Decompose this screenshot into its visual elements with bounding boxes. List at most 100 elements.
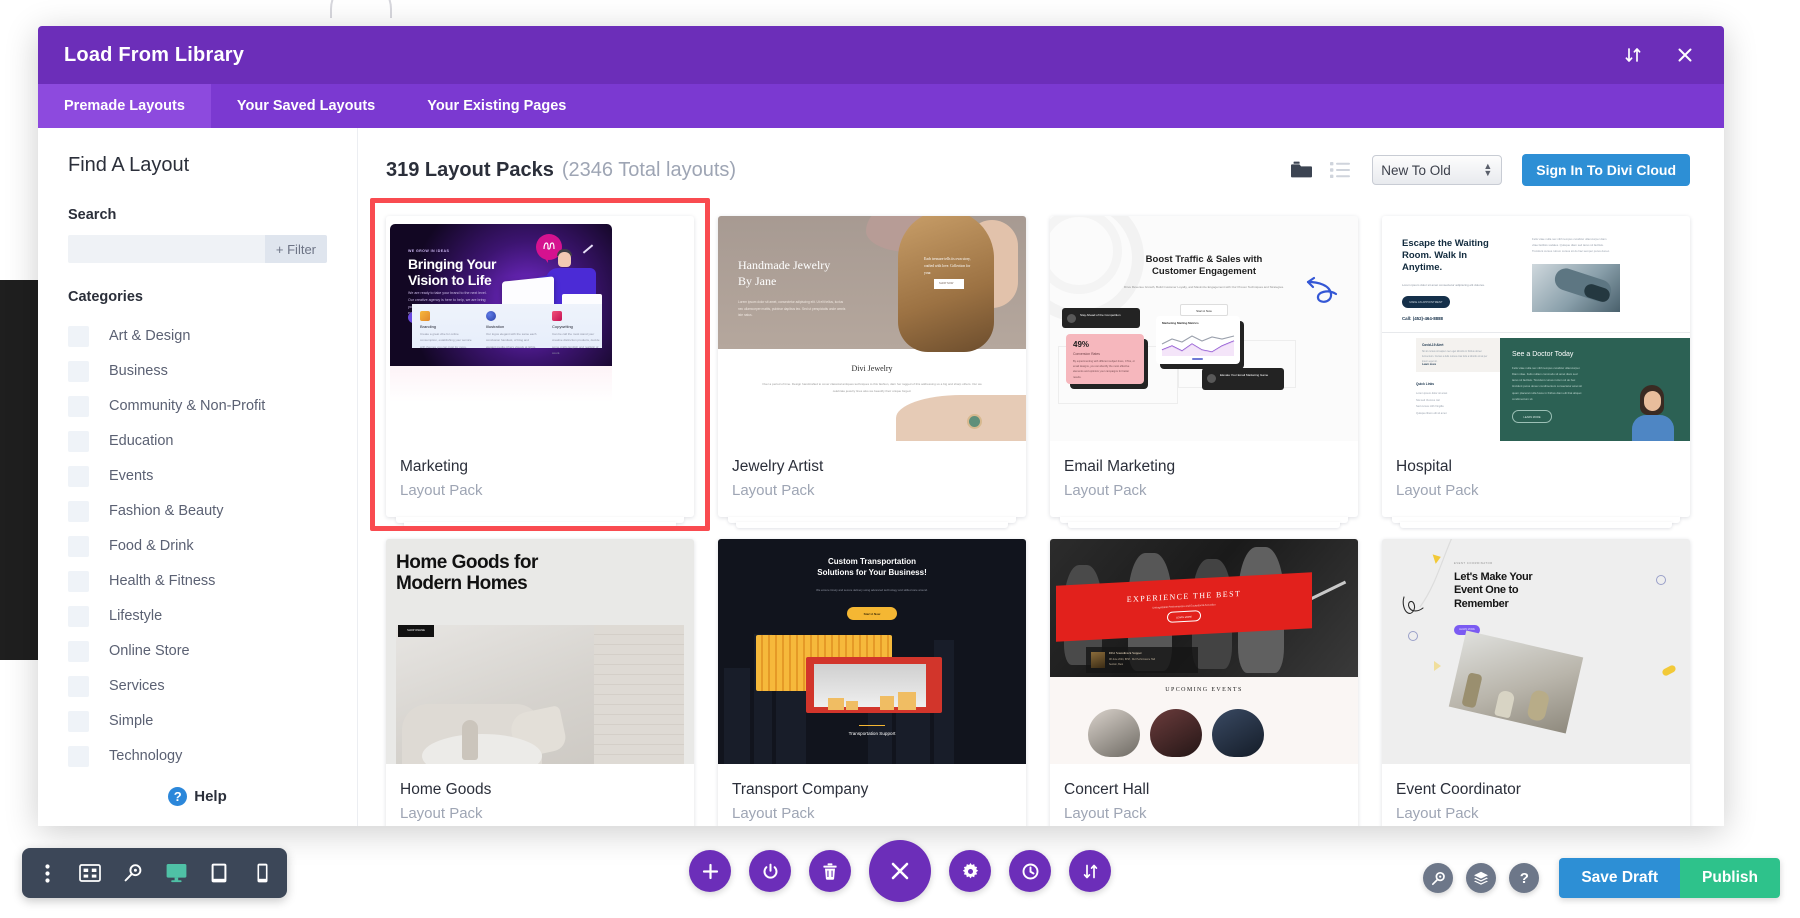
grid-view-icon[interactable] xyxy=(1291,161,1313,179)
category-technology[interactable]: Technology xyxy=(68,739,327,773)
checkbox-icon[interactable] xyxy=(68,500,89,522)
layers-icon[interactable] xyxy=(1466,863,1497,893)
category-events[interactable]: Events xyxy=(68,459,327,493)
chevron-updown-icon: ▲ ▼ xyxy=(1483,160,1493,178)
categories-list: Art & Design Business Community & Non-Pr… xyxy=(68,319,327,773)
category-online-store[interactable]: Online Store xyxy=(68,634,327,668)
thumb-heading: Bringing Your Vision to Life xyxy=(408,256,497,289)
sort-icon[interactable] xyxy=(1620,42,1646,68)
sign-in-to-divi-cloud-button[interactable]: Sign In To Divi Cloud xyxy=(1522,154,1690,186)
category-services[interactable]: Services xyxy=(68,669,327,703)
category-business[interactable]: Business xyxy=(68,354,327,388)
category-label: Food & Drink xyxy=(109,538,194,554)
card-title: Transport Company xyxy=(732,781,869,799)
checkbox-icon[interactable] xyxy=(68,325,89,347)
modal-tabs: Premade Layouts Your Saved Layouts Your … xyxy=(38,84,1724,128)
wireframe-view-icon[interactable] xyxy=(79,862,101,884)
portability-button[interactable] xyxy=(1069,850,1111,892)
search-input[interactable] xyxy=(68,235,265,263)
thumbnail-transport-company: Custom Transportation Solutions for Your … xyxy=(718,539,1026,765)
layout-pack-card-hospital[interactable]: Escape the Waiting Room. Walk In Anytime… xyxy=(1382,216,1690,529)
help-link[interactable]: ? Help xyxy=(168,787,227,806)
desktop-view-icon[interactable] xyxy=(165,862,187,884)
category-label: Art & Design xyxy=(109,328,191,344)
card[interactable]: Custom Transportation Solutions for Your … xyxy=(718,539,1026,826)
trash-button[interactable] xyxy=(809,850,851,892)
layout-pack-card-transport-company[interactable]: Custom Transportation Solutions for Your … xyxy=(718,539,1026,826)
card-subtitle: Layout Pack xyxy=(1064,805,1147,823)
card[interactable]: Boost Traffic & Sales with Customer Engag… xyxy=(1050,216,1358,518)
checkbox-icon[interactable] xyxy=(68,710,89,732)
category-label: Technology xyxy=(109,748,183,764)
page-root: Load From Library Premade Layouts Your S… xyxy=(0,0,1800,918)
sort-dropdown[interactable]: New To Old ▲ ▼ xyxy=(1372,155,1503,185)
category-health-and-fitness[interactable]: Health & Fitness xyxy=(68,564,327,598)
checkbox-icon[interactable] xyxy=(68,465,89,487)
checkbox-icon[interactable] xyxy=(68,430,89,452)
category-simple[interactable]: Simple xyxy=(68,704,327,738)
tab-your-existing-pages[interactable]: Your Existing Pages xyxy=(401,84,592,128)
add-section-button[interactable] xyxy=(689,850,731,892)
checkbox-icon[interactable] xyxy=(68,360,89,382)
save-draft-button[interactable]: Save Draft xyxy=(1559,858,1681,898)
card[interactable]: Escape the Waiting Room. Walk In Anytime… xyxy=(1382,216,1690,518)
tablet-view-icon[interactable] xyxy=(208,862,230,884)
card[interactable]: Handmade Jewelry By Jane Lorem ipsum dolo… xyxy=(718,216,1026,518)
more-options-icon[interactable] xyxy=(36,862,58,884)
publish-button[interactable]: Publish xyxy=(1680,858,1780,898)
card-subtitle: Layout Pack xyxy=(1396,805,1479,823)
checkbox-icon[interactable] xyxy=(68,570,89,592)
modal-title: Load From Library xyxy=(64,43,245,66)
category-community-and-non-profit[interactable]: Community & Non-Profit xyxy=(68,389,327,423)
checkbox-icon[interactable] xyxy=(68,640,89,662)
list-view-icon[interactable] xyxy=(1330,162,1351,178)
card-meta: Concert Hall Layout Pack xyxy=(1050,764,1358,826)
thumbnail-event-coordinator: EVENT COORDINATOR Let's Make Your Event … xyxy=(1382,539,1690,765)
toggle-builder-button[interactable] xyxy=(749,850,791,892)
thumb-dark-card: Elevate Your Email Marketing Game xyxy=(1202,368,1284,390)
close-builder-button[interactable] xyxy=(869,840,931,902)
right-toolbar: ? Save Draft Publish xyxy=(1423,858,1780,898)
layout-pack-card-event-coordinator[interactable]: EVENT COORDINATOR Let's Make Your Event … xyxy=(1382,539,1690,826)
layout-pack-card-email-marketing[interactable]: Boost Traffic & Sales with Customer Engag… xyxy=(1050,216,1358,529)
thumb-stat-text: By experimenting with different subject … xyxy=(1073,360,1135,379)
checkbox-icon[interactable] xyxy=(68,675,89,697)
layout-pack-card-marketing[interactable]: WE GROW IN IDEAS Bringing Your Vision to … xyxy=(370,197,710,532)
category-fashion-and-beauty[interactable]: Fashion & Beauty xyxy=(68,494,327,528)
thumb-container-red xyxy=(806,657,942,714)
layout-pack-card-concert-hall[interactable]: EXPERIENCE THE BEST Unforgettable Perfor… xyxy=(1050,539,1358,826)
tab-your-saved-layouts[interactable]: Your Saved Layouts xyxy=(211,84,401,128)
thumb-feature-text: Our logos elegant with the same each con… xyxy=(486,332,537,349)
zoom-out-view-icon[interactable] xyxy=(122,862,144,884)
layout-pack-card-jewelry-artist[interactable]: Handmade Jewelry By Jane Lorem ipsum dolo… xyxy=(718,216,1026,529)
filter-button[interactable]: + Filter xyxy=(264,235,327,263)
category-lifestyle[interactable]: Lifestyle xyxy=(68,599,327,633)
card[interactable]: WE GROW IN IDEAS Bringing Your Vision to … xyxy=(386,216,694,518)
thumbnail-email-marketing: Boost Traffic & Sales with Customer Engag… xyxy=(1050,216,1358,441)
category-food-and-drink[interactable]: Food & Drink xyxy=(68,529,327,563)
thumb-heading: Custom Transportation Solutions for Your … xyxy=(817,557,927,577)
card-title: Marketing xyxy=(400,458,469,475)
checkbox-icon[interactable] xyxy=(68,395,89,417)
card[interactable]: EVENT COORDINATOR Let's Make Your Event … xyxy=(1382,539,1690,826)
category-education[interactable]: Education xyxy=(68,424,327,458)
checkbox-icon[interactable] xyxy=(68,535,89,557)
category-art-and-design[interactable]: Art & Design xyxy=(68,319,327,353)
help-icon[interactable]: ? xyxy=(1509,863,1540,893)
layout-pack-card-home-goods[interactable]: Home Goods for Modern Homes SHOP ONLINE … xyxy=(386,539,694,826)
category-label: Lifestyle xyxy=(109,608,163,624)
checkbox-icon[interactable] xyxy=(68,605,89,627)
phone-view-icon[interactable] xyxy=(251,862,273,884)
search-icon[interactable] xyxy=(1423,863,1454,893)
tab-premade-layouts[interactable]: Premade Layouts xyxy=(38,84,211,128)
close-icon[interactable] xyxy=(1672,42,1698,68)
card[interactable]: EXPERIENCE THE BEST Unforgettable Perfor… xyxy=(1050,539,1358,826)
history-button[interactable] xyxy=(1009,850,1051,892)
settings-button[interactable] xyxy=(949,850,991,892)
thumb-heading: Escape the Waiting Room. Walk In Anytime… xyxy=(1402,238,1489,273)
layout-packs-scroll-area[interactable]: WE GROW IN IDEAS Bringing Your Vision to … xyxy=(358,186,1724,826)
card-title: Hospital xyxy=(1396,458,1452,475)
thumb-button: Start A Now xyxy=(847,607,897,621)
checkbox-icon[interactable] xyxy=(68,745,89,767)
card[interactable]: Home Goods for Modern Homes SHOP ONLINE … xyxy=(386,539,694,826)
